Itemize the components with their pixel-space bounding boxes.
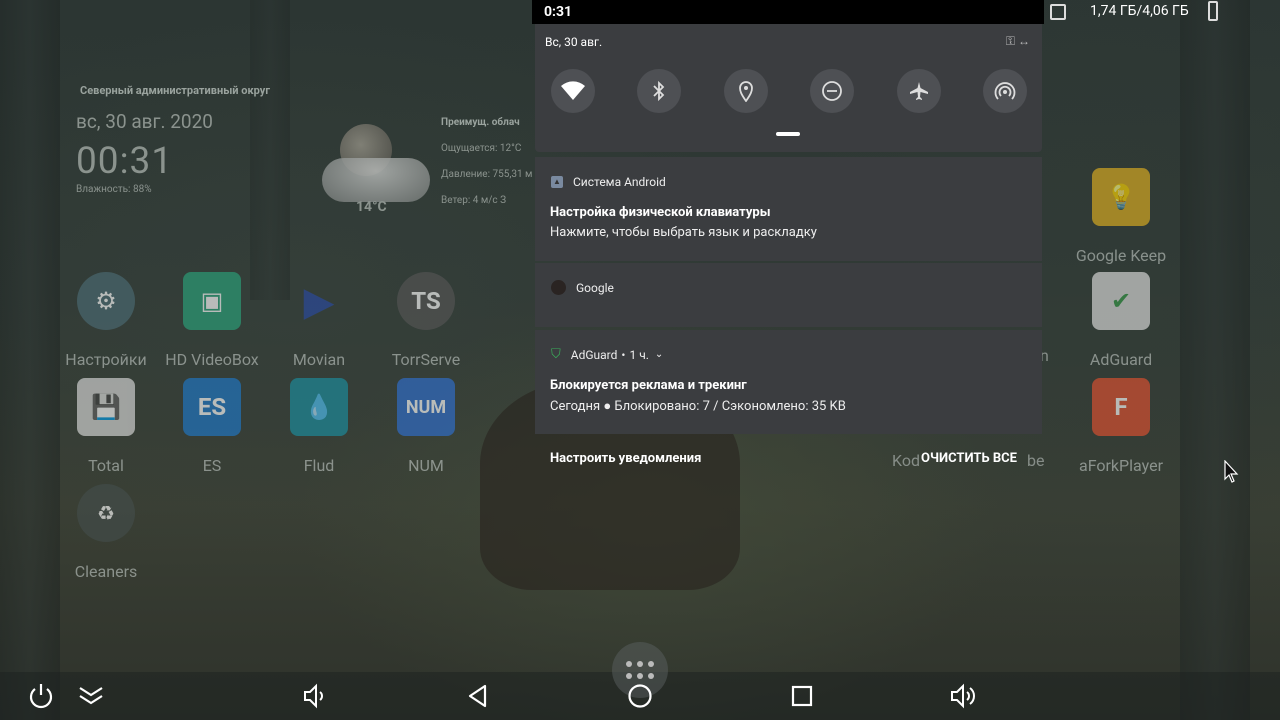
notification-app-name: Система Android: [573, 175, 666, 189]
app-kodi-label[interactable]: Kod: [892, 451, 920, 470]
notification-app-name: AdGuard: [570, 347, 618, 362]
bluetooth-toggle[interactable]: [637, 69, 682, 113]
widget-wind: Ветер: 4 м/с З: [441, 195, 507, 206]
airplane-toggle[interactable]: [896, 69, 941, 113]
recents-button[interactable]: [784, 680, 820, 712]
notification-time: 1 ч.: [629, 347, 649, 362]
back-button[interactable]: [460, 680, 496, 712]
recents-square-icon: [791, 685, 813, 707]
hotspot-icon: [994, 82, 1016, 100]
back-triangle-icon: [468, 684, 487, 708]
power-button[interactable]: [23, 680, 59, 712]
floppy-disk-icon: 💾: [77, 378, 135, 436]
notification-text: Нажмите, чтобы выбрать язык и раскладку: [550, 225, 817, 240]
app-num[interactable]: NUM NUM: [366, 378, 486, 475]
volume-up-icon: [951, 683, 975, 709]
quick-settings-panel: Вс, 30 авг. ⚿ ↔: [535, 24, 1042, 152]
ram-icon: [1208, 1, 1218, 21]
aforkplayer-icon: F: [1092, 378, 1150, 436]
notification-google[interactable]: Google: [535, 263, 1042, 327]
status-time: 0:31: [544, 4, 573, 20]
es-explorer-icon: ES: [183, 378, 241, 436]
num-icon: NUM: [397, 378, 455, 436]
app-settings[interactable]: ⚙ Настройки: [46, 272, 166, 369]
qs-date: Вс, 30 авг.: [545, 35, 603, 49]
torrserve-icon: TS: [397, 272, 455, 330]
location-toggle[interactable]: [723, 69, 768, 113]
home-circle-icon: [628, 684, 652, 708]
app-folder-cleaners[interactable]: ♻ Cleaners: [46, 484, 166, 581]
widget-pressure: Давление: 755,31 м: [441, 169, 533, 180]
widget-condition: Преимущ. облач: [441, 117, 520, 128]
hotspot-toggle[interactable]: [982, 69, 1027, 113]
collapse-button[interactable]: [73, 680, 109, 712]
shield-check-icon: ✔: [1092, 272, 1150, 330]
notification-title: Блокируется реклама и трекинг: [550, 378, 747, 393]
notification-app-name: Google: [576, 280, 614, 295]
screenshot-icon: [1050, 4, 1066, 20]
wifi-icon: [561, 81, 585, 100]
notification-title: Настройка физической клавиатуры: [550, 205, 771, 220]
status-bar: [532, 0, 1044, 24]
app-google-keep[interactable]: 💡 Google Keep: [1061, 168, 1181, 265]
volume-down-button[interactable]: [296, 680, 332, 712]
airplane-mode-icon: [909, 82, 928, 100]
key-vpn-icon: ⚿ ↔: [1005, 34, 1030, 48]
app-aforkplayer[interactable]: FaForkPlayer: [1061, 378, 1181, 475]
notification-adguard[interactable]: ⛉ AdGuard • 1 ч. ⌄ Блокируется реклама и…: [535, 330, 1042, 434]
widget-location: Северный административный округ: [80, 84, 270, 97]
videobox-icon: ▣: [183, 272, 241, 330]
app-torrserve[interactable]: TS TorrServe: [366, 272, 486, 369]
widget-temperature: 14°C: [356, 199, 387, 215]
lightbulb-icon: 💡: [1092, 168, 1150, 226]
power-icon: [29, 684, 53, 709]
memory-usage: 1,74 ГБ/4,06 ГБ: [1090, 3, 1189, 19]
bluetooth-icon: [653, 80, 665, 102]
water-drop-icon: 💧: [290, 378, 348, 436]
tree-trunk: [250, 0, 290, 300]
app-movian[interactable]: ▶ Movian: [259, 272, 379, 370]
app-es[interactable]: ES ES: [152, 378, 272, 475]
qs-expand-handle[interactable]: [776, 132, 800, 136]
app-flud[interactable]: 💧 Flud: [259, 378, 379, 475]
movian-icon: ▶: [303, 277, 335, 325]
widget-humidity: Влажность: 88%: [76, 184, 152, 195]
widget-feels-like: Ощущается: 12°C: [441, 143, 522, 154]
double-chevron-down-icon: [79, 687, 103, 705]
home-button[interactable]: [622, 680, 658, 712]
do-not-disturb-icon: [822, 81, 843, 101]
wifi-toggle[interactable]: [551, 69, 595, 113]
dnd-toggle[interactable]: [810, 69, 855, 113]
app-total[interactable]: 💾 Total: [46, 378, 166, 475]
chevron-down-icon[interactable]: ⌄: [655, 349, 663, 360]
android-system-icon: ▲: [551, 176, 563, 188]
app-youtube-label[interactable]: be: [1027, 451, 1044, 470]
google-avatar-icon: [551, 280, 566, 295]
widget-weather-details: Преимущ. облач Ощущается: 12°C Давление:…: [441, 110, 532, 214]
gear-icon: ⚙: [77, 272, 135, 330]
notification-android-system[interactable]: ▲ Система Android Настройка физической к…: [535, 157, 1042, 261]
location-icon: [738, 81, 753, 102]
volume-down-icon: [304, 683, 323, 709]
cloud-icon: [322, 158, 430, 202]
widget-date: вс, 30 авг. 2020: [76, 110, 213, 133]
app-hd-videobox[interactable]: ▣ HD VideoBox: [152, 272, 272, 369]
folder-icon: ♻: [77, 484, 135, 542]
mouse-cursor-icon: [1224, 459, 1240, 488]
notification-settings-button[interactable]: Настроить уведомления: [550, 451, 701, 466]
tree-trunk: [1180, 0, 1250, 720]
clear-all-button[interactable]: ОЧИСТИТЬ ВСЕ: [921, 451, 1017, 466]
widget-time: 00:31: [76, 140, 174, 183]
dots-grid-icon: [626, 661, 654, 679]
adguard-shield-icon: ⛉: [551, 347, 561, 362]
app-adguard[interactable]: ✔ AdGuard: [1061, 272, 1181, 369]
notification-text: Сегодня ● Блокировано: 7 / Сэкономлено: …: [550, 399, 846, 414]
volume-up-button[interactable]: [946, 680, 982, 712]
